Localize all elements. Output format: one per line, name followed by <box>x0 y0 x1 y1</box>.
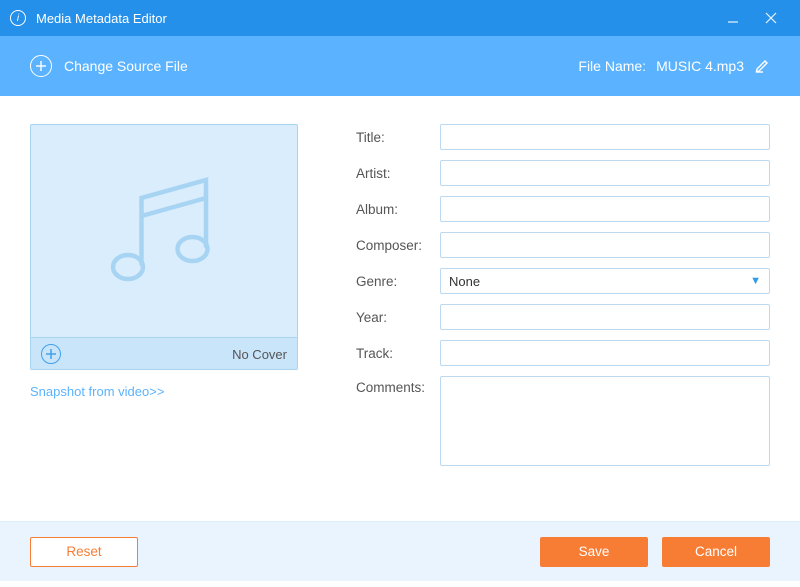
minimize-button[interactable] <box>714 0 752 36</box>
comments-label: Comments: <box>356 376 440 395</box>
content-area: No Cover Snapshot from video>> Title: Ar… <box>0 96 800 476</box>
composer-input[interactable] <box>440 232 770 258</box>
fields-panel: Title: Artist: Album: Composer: Genre: N… <box>356 124 770 476</box>
titlebar: i Media Metadata Editor <box>0 0 800 36</box>
file-name-value: MUSIC 4.mp3 <box>656 58 744 74</box>
title-label: Title: <box>356 130 440 145</box>
year-input[interactable] <box>440 304 770 330</box>
title-input[interactable] <box>440 124 770 150</box>
add-cover-button[interactable] <box>41 344 61 364</box>
music-note-icon <box>89 156 239 306</box>
edit-filename-button[interactable] <box>754 57 770 76</box>
change-source-file-button[interactable]: Change Source File <box>30 55 188 77</box>
genre-select[interactable]: None ▼ <box>440 268 770 294</box>
cover-art-placeholder <box>31 125 297 337</box>
file-name-label: File Name: <box>578 58 646 74</box>
artist-label: Artist: <box>356 166 440 181</box>
track-input[interactable] <box>440 340 770 366</box>
track-label: Track: <box>356 346 440 361</box>
composer-label: Composer: <box>356 238 440 253</box>
genre-label: Genre: <box>356 274 440 289</box>
album-input[interactable] <box>440 196 770 222</box>
toolbar: Change Source File File Name: MUSIC 4.mp… <box>0 36 800 96</box>
cancel-button[interactable]: Cancel <box>662 537 770 567</box>
cover-panel: No Cover Snapshot from video>> <box>30 124 298 476</box>
no-cover-label: No Cover <box>232 347 287 362</box>
cover-toolbar: No Cover <box>31 337 297 370</box>
change-source-label: Change Source File <box>64 58 188 74</box>
album-label: Album: <box>356 202 440 217</box>
save-button[interactable]: Save <box>540 537 648 567</box>
year-label: Year: <box>356 310 440 325</box>
chevron-down-icon: ▼ <box>750 275 761 287</box>
cover-box: No Cover <box>30 124 298 370</box>
artist-input[interactable] <box>440 160 770 186</box>
info-icon: i <box>10 10 26 26</box>
plus-icon <box>30 55 52 77</box>
comments-input[interactable] <box>440 376 770 466</box>
close-button[interactable] <box>752 0 790 36</box>
footer: Reset Save Cancel <box>0 521 800 581</box>
snapshot-from-video-link[interactable]: Snapshot from video>> <box>30 384 298 399</box>
file-name-group: File Name: MUSIC 4.mp3 <box>578 57 770 76</box>
window-title: Media Metadata Editor <box>36 11 714 26</box>
reset-button[interactable]: Reset <box>30 537 138 567</box>
genre-value: None <box>449 274 480 289</box>
